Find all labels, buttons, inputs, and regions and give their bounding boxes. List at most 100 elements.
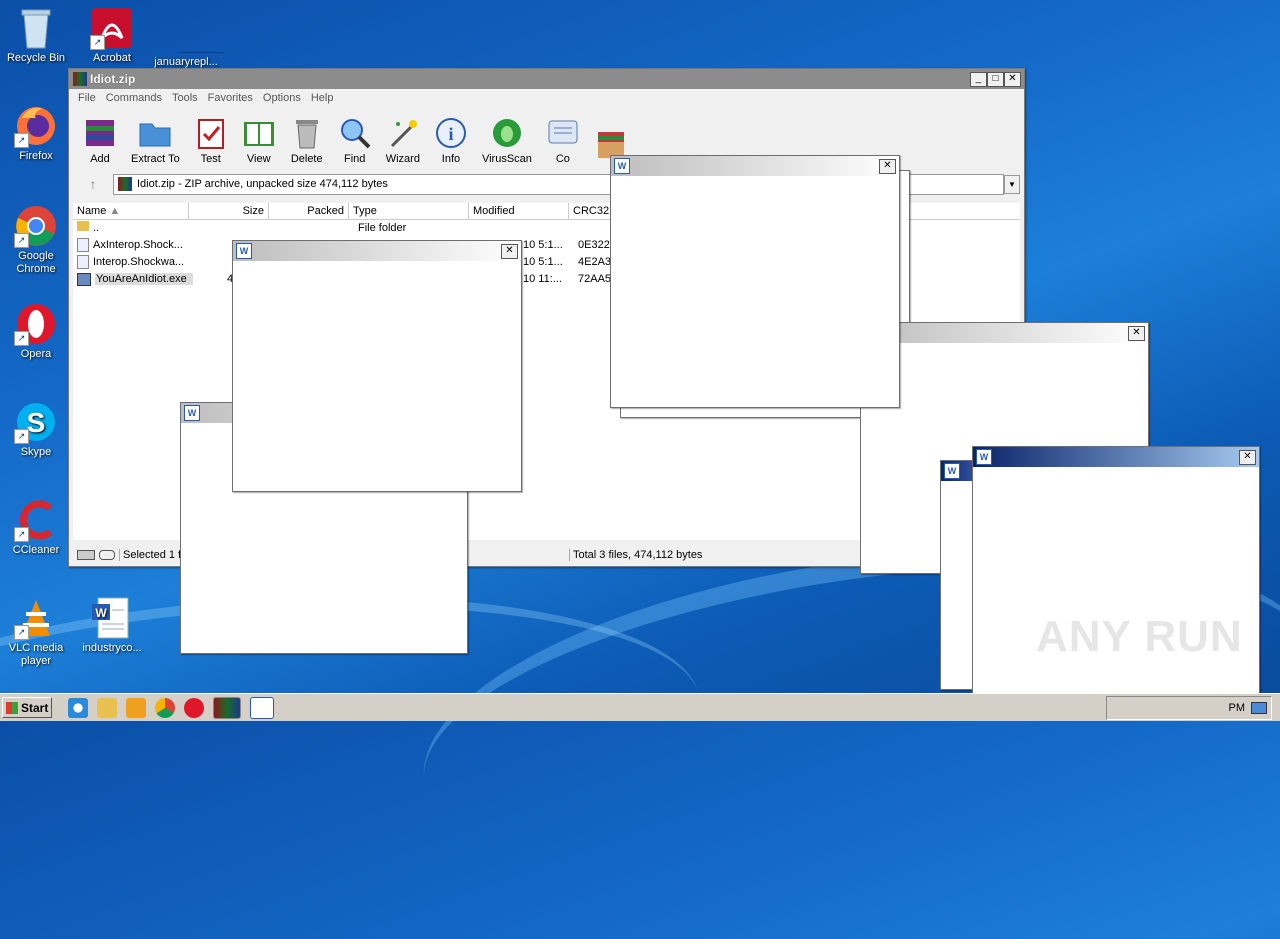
desktop-icon-label: Skype [20,446,52,458]
winrar-taskbar-icon[interactable] [213,696,241,719]
word-taskbar-icon[interactable] [250,696,274,719]
status-right: Total 3 files, 474,112 bytes [569,549,702,561]
folder-icon [77,221,89,231]
menu-bar: File Commands Tools Favorites Options He… [69,89,1024,107]
desktop-icon-ccleaner[interactable]: ↗ CCleaner [0,498,72,557]
firefox-icon: ↗ [14,104,58,148]
magnifier-icon [338,116,372,150]
virusscan-button[interactable]: VirusScan [482,116,532,165]
drive-icon [77,550,95,560]
desktop-icon-chrome[interactable]: ↗ Google Chrome [0,204,72,276]
delete-button[interactable]: Delete [290,116,324,165]
desktop-icon-firefox[interactable]: ↗ Firefox [0,104,72,163]
address-dropdown-button[interactable]: ▼ [1004,174,1020,194]
media-player-icon[interactable] [126,697,146,718]
minimize-button[interactable]: _ [970,72,987,87]
exe-icon [77,272,91,286]
add-label: Add [90,153,110,165]
explorer-icon[interactable] [97,697,117,718]
desktop-icon-opera[interactable]: ↗ Opera [0,302,72,361]
virusscan-label: VirusScan [481,153,532,165]
menu-help[interactable]: Help [306,92,339,104]
winrar-app-icon [73,72,87,86]
acrobat-icon: ↗ [90,6,134,50]
shortcut-arrow-icon: ↗ [14,331,29,346]
close-button[interactable]: ✕ [1004,72,1021,87]
popup-titlebar[interactable]: W ✕ [611,156,899,176]
recycle-bin-icon [14,6,58,50]
word-icon: W [236,243,252,259]
word-icon: W [944,463,960,479]
column-type[interactable]: Type [349,203,469,219]
comment-label: Co [555,153,570,165]
file-crc: 72AA5 [578,273,612,285]
popup-titlebar[interactable]: W ✕ [973,447,1259,467]
desktop-icon-label: Opera [20,348,52,360]
desktop-icon-recycle-bin[interactable]: Recycle Bin [0,6,72,65]
info-button[interactable]: i Info [434,116,468,165]
desktop-icon-label: industryco... [82,642,142,654]
ie-icon[interactable] [68,697,88,718]
bug-icon [490,116,524,150]
file-icon [77,255,89,270]
desktop-icon-vlc[interactable]: ↗ VLC media player [0,596,72,668]
svg-text:i: i [448,124,453,144]
opera-icon: ↗ [14,302,58,346]
address-text: Idiot.zip - ZIP archive, unpacked size 4… [137,178,388,190]
file-modified: 10 5:1... [523,239,563,251]
column-size[interactable]: Size [189,203,269,219]
desktop-icon-label: CCleaner [12,544,60,556]
close-button[interactable]: ✕ [501,244,518,259]
column-packed[interactable]: Packed [269,203,349,219]
add-button[interactable]: Add [83,116,117,165]
test-button[interactable]: Test [194,116,228,165]
popup-window[interactable]: W ✕ [232,240,522,492]
menu-commands[interactable]: Commands [101,92,167,104]
taskbar: Start PM [0,693,1280,721]
file-crc: 4E2A3 [578,256,612,268]
find-button[interactable]: Find [338,116,372,165]
winrar-titlebar[interactable]: Idiot.zip _ □ ✕ [69,69,1024,89]
info-icon: i [434,116,468,150]
column-modified[interactable]: Modified [469,203,569,219]
start-button[interactable]: Start [2,697,52,718]
desktop-icon-skype[interactable]: S ↗ Skype [0,400,72,459]
desktop-icon-januaryrepl[interactable]: januaryrepl... [150,6,224,69]
folder-icon [138,116,172,150]
popup-titlebar[interactable]: ✕ [861,323,1148,343]
start-label: Start [21,700,49,715]
document-icon [164,6,224,53]
maximize-button[interactable]: □ [987,72,1004,87]
file-type: File folder [358,222,407,234]
menu-favorites[interactable]: Favorites [203,92,258,104]
menu-tools[interactable]: Tools [167,92,203,104]
network-icon [1251,702,1267,714]
desktop-icon-acrobat[interactable]: ↗ Acrobat [76,6,148,65]
wizard-button[interactable]: Wizard [386,116,420,165]
comment-button[interactable]: Co [546,116,580,165]
archive-icon [118,177,132,191]
menu-options[interactable]: Options [258,92,306,104]
opera-taskbar-icon[interactable] [184,697,204,718]
clock: PM [1106,696,1272,720]
popup-titlebar[interactable]: W ✕ [233,241,521,261]
desktop-icon-industryco[interactable]: W industryco... [76,596,148,655]
info-label: Info [441,153,461,165]
close-button[interactable]: ✕ [1128,326,1145,341]
menu-file[interactable]: File [73,92,101,104]
close-button[interactable]: ✕ [879,159,896,174]
book-icon [242,116,276,150]
close-button[interactable]: ✕ [1239,450,1256,465]
up-arrow-icon[interactable]: ↑ [73,176,113,192]
ccleaner-icon: ↗ [14,498,58,542]
windows-logo-icon [6,701,18,714]
wand-icon [386,116,420,150]
popup-window[interactable]: W ✕ [610,155,900,408]
file-name: Interop.Shockwa... [93,256,185,268]
view-button[interactable]: View [242,116,276,165]
vlc-icon: ↗ [14,596,58,640]
extract-to-button[interactable]: Extract To [131,116,180,165]
column-name[interactable]: Name ▲ [73,203,189,219]
shortcut-arrow-icon: ↗ [14,429,29,444]
chrome-taskbar-icon[interactable] [155,697,175,718]
